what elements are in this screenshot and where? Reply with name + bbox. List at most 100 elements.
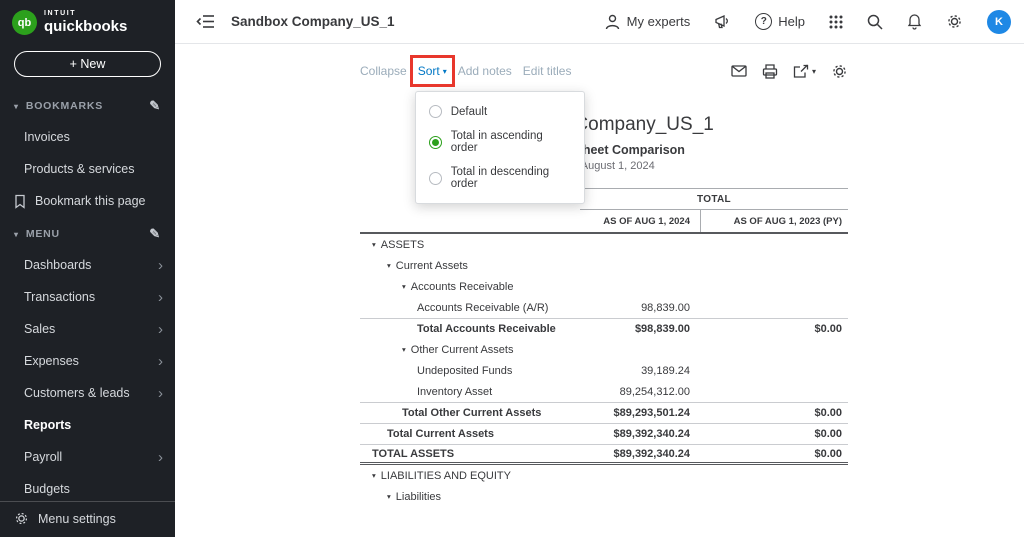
collapse-arrow-icon[interactable]: ▾ — [402, 282, 406, 291]
bookmark-icon — [15, 194, 25, 209]
new-button[interactable]: + New — [14, 51, 161, 77]
person-icon — [605, 14, 619, 29]
row-value-current: 89,254,312.00 — [619, 385, 690, 398]
menu-title: MENU — [25, 228, 60, 240]
sidebar-collapse-icon[interactable] — [196, 14, 215, 29]
radio-selected-icon[interactable] — [428, 135, 442, 149]
row-label-text: Total Current Assets — [387, 428, 494, 440]
row-label: Total Current Assets — [360, 428, 580, 440]
sort-option[interactable]: Total in descending order — [416, 160, 584, 196]
row-label: TOTAL ASSETS — [360, 448, 580, 460]
collapse-arrow-icon[interactable]: ▾ — [372, 240, 376, 249]
table-column-header-row: AS OF AUG 1, 2024 AS OF AUG 1, 2023 (PY) — [360, 210, 848, 234]
sidebar-item-reports[interactable]: Reports — [0, 409, 175, 441]
quickbooks-logo[interactable]: qb INTUIT quickbooks — [0, 0, 175, 43]
row-label-text: ASSETS — [380, 238, 425, 251]
bookmark-this-page[interactable]: Bookmark this page — [0, 185, 175, 217]
report-row: TOTAL ASSETS $89,392,340.24 $0.00 — [360, 444, 848, 465]
chevron-right-icon: › — [158, 256, 163, 274]
row-value-prior-year: $0.00 — [814, 407, 842, 419]
company-name: Sandbox Company_US_1 — [231, 14, 395, 29]
sidebar-item-label: Products & services — [24, 162, 135, 176]
report-row: ▾ Accounts Receivable — [360, 276, 848, 297]
sidebar-bookmark-products-services[interactable]: Products & services — [0, 153, 175, 185]
row-label: Accounts Receivable (A/R) — [360, 302, 580, 314]
collapse-link[interactable]: Collapse — [360, 64, 407, 78]
help-button[interactable]: ? Help — [755, 13, 805, 30]
row-label-text: TOTAL ASSETS — [372, 447, 455, 460]
export-button[interactable]: ▾ — [793, 64, 816, 79]
announcements-megaphone-icon[interactable] — [714, 14, 731, 29]
chevron-down-icon: ▾ — [14, 229, 19, 239]
sidebar-item-label: Dashboards — [24, 258, 92, 272]
sidebar-item-customers-leads[interactable]: Customers & leads › — [0, 377, 175, 409]
chevron-down-icon: ▾ — [811, 66, 816, 76]
quickbooks-wordmark: quickbooks — [44, 18, 128, 35]
chevron-right-icon: › — [158, 320, 163, 338]
sidebar-item-label: Budgets — [24, 482, 70, 496]
report-row: Undeposited Funds 39,189.24 — [360, 360, 848, 381]
sort-option-label: Default — [450, 105, 488, 118]
sort-label: Sort — [417, 64, 440, 78]
collapse-arrow-icon[interactable]: ▾ — [372, 471, 376, 480]
notifications-bell-icon[interactable] — [907, 13, 922, 30]
sort-control: Sort ▾ Default Total in ascending order To… — [409, 55, 585, 204]
row-value-prior-year: $0.00 — [814, 323, 842, 335]
sidebar-item-transactions[interactable]: Transactions › — [0, 281, 175, 313]
sort-option[interactable]: Default — [416, 99, 584, 124]
sidebar-item-payroll[interactable]: Payroll › — [0, 441, 175, 473]
menu-settings[interactable]: Menu settings — [0, 501, 175, 537]
sidebar-item-dashboards[interactable]: Dashboards › — [0, 249, 175, 281]
sort-button[interactable]: Sort ▾ — [418, 64, 447, 78]
row-label-text: Total Other Current Assets — [402, 407, 542, 419]
collapse-arrow-icon[interactable]: ▾ — [402, 345, 406, 354]
report-settings-gear-icon[interactable] — [831, 63, 848, 80]
settings-gear-icon[interactable] — [946, 13, 963, 30]
my-experts-label: My experts — [626, 14, 691, 29]
row-label: ▾ Other Current Assets — [360, 344, 580, 356]
search-icon[interactable] — [867, 14, 883, 30]
sort-option[interactable]: Total in ascending order — [416, 124, 584, 160]
edit-menu-pencil-icon[interactable]: ✎ — [149, 226, 161, 242]
question-mark-icon: ? — [755, 13, 773, 30]
report-row: Total Accounts Receivable $98,839.00 $0.00 — [360, 318, 848, 339]
report-table: TOTAL AS OF AUG 1, 2024 AS OF AUG 1, 202… — [360, 188, 848, 507]
row-value-current: $89,392,340.24 — [613, 447, 690, 460]
bookmarks-section-header[interactable]: ▾ BOOKMARKS ✎ — [0, 89, 175, 121]
radio-unselected-icon[interactable] — [428, 105, 442, 118]
sidebar-item-expenses[interactable]: Expenses › — [0, 345, 175, 377]
sidebar-item-label: Invoices — [24, 130, 70, 144]
sidebar-item-label: Customers & leads — [24, 386, 130, 400]
report-row: Inventory Asset 89,254,312.00 — [360, 381, 848, 402]
intuit-wordmark: INTUIT — [44, 10, 77, 17]
add-notes-link[interactable]: Add notes — [458, 64, 512, 78]
sidebar-item-sales[interactable]: Sales › — [0, 313, 175, 345]
edit-titles-link[interactable]: Edit titles — [523, 64, 572, 78]
my-experts-button[interactable]: My experts — [605, 14, 691, 30]
collapse-arrow-icon[interactable]: ▾ — [387, 261, 391, 270]
report-row: ▾ ASSETS — [360, 234, 848, 255]
user-avatar[interactable]: K — [987, 9, 1011, 34]
row-label-text: Inventory Asset — [417, 385, 493, 398]
sort-option-label: Total in ascending order — [450, 130, 543, 154]
sidebar-item-label: Reports — [24, 418, 72, 432]
print-icon[interactable] — [762, 63, 778, 79]
row-label: Undeposited Funds — [360, 365, 580, 377]
report-row: ▾ Liabilities — [360, 486, 848, 507]
report-row: ▾ LIABILITIES AND EQUITY — [360, 465, 848, 486]
sidebar-bookmark-invoices[interactable]: Invoices — [0, 121, 175, 153]
column-header-prior-year: AS OF AUG 1, 2023 (PY) — [700, 210, 848, 232]
main-area: Sandbox Company_US_1 My experts ? Help K… — [175, 0, 1024, 537]
sort-dropdown: Default Total in ascending order Total in … — [414, 91, 585, 204]
collapse-arrow-icon[interactable]: ▾ — [387, 492, 391, 501]
edit-bookmarks-pencil-icon[interactable]: ✎ — [149, 98, 161, 114]
sidebar-item-label: Transactions — [24, 290, 96, 304]
report-card: Collapse Sort ▾ Default Total in ascendin… — [360, 55, 848, 507]
email-icon[interactable] — [731, 65, 747, 77]
apps-grid-icon[interactable] — [829, 15, 843, 29]
row-value-current: $89,392,340.24 — [613, 428, 690, 440]
row-label-text: Liabilities — [395, 490, 442, 503]
radio-unselected-icon[interactable] — [428, 171, 442, 185]
report-toolbar: Collapse Sort ▾ Default Total in ascendin… — [360, 55, 848, 204]
menu-section-header[interactable]: ▾ MENU ✎ — [0, 217, 175, 249]
